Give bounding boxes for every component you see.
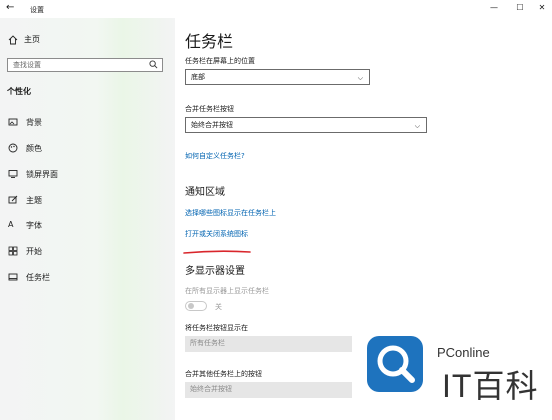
combine-dropdown[interactable]: 始终合并按钮 ⌵: [185, 117, 427, 133]
back-arrow-icon[interactable]: ←: [6, 3, 14, 13]
position-label: 任务栏在屏幕上的位置: [185, 57, 255, 65]
start-grid-icon: [8, 246, 18, 256]
pconline-logo-icon: [367, 336, 423, 392]
window-title: 设置: [30, 6, 44, 14]
sidebar-section-title: 个性化: [7, 87, 31, 96]
taskbar-icon: [8, 273, 18, 281]
sidebar-item-label: 主题: [26, 195, 42, 205]
other-combine-value: 始终合并按钮: [190, 385, 232, 393]
search-placeholder: 查找设置: [13, 61, 41, 69]
search-input[interactable]: 查找设置: [7, 58, 163, 72]
font-icon: A: [8, 220, 14, 229]
close-button[interactable]: ✕: [533, 2, 551, 14]
sidebar-item-label: 颜色: [26, 143, 42, 153]
system-icons-link[interactable]: 打开或关闭系统图标: [185, 229, 248, 239]
combine-label: 合并任务栏按钮: [185, 105, 234, 113]
sidebar-item-color[interactable]: 颜色: [8, 142, 42, 154]
monitor-icon: [8, 170, 18, 178]
sidebar-item-start[interactable]: 开始: [8, 245, 42, 257]
select-icons-link[interactable]: 选择哪些图标显示在任务栏上: [185, 208, 276, 218]
sidebar-item-themes[interactable]: 主题: [8, 194, 42, 206]
chevron-down-icon: ⌵: [414, 122, 420, 130]
watermark-brand: PConline: [437, 345, 490, 360]
sidebar-item-label: 开始: [26, 246, 42, 256]
chevron-down-icon: ⌵: [357, 74, 363, 82]
other-combine-dropdown[interactable]: 始终合并按钮: [185, 382, 370, 398]
customize-taskbar-link[interactable]: 如何自定义任务栏?: [185, 151, 245, 161]
sidebar-item-label: 背景: [26, 117, 42, 127]
sidebar-home[interactable]: 主页: [8, 34, 40, 45]
brush-icon: [8, 195, 18, 204]
pconline-watermark: PConline IT百科: [352, 323, 548, 420]
minimize-button[interactable]: —: [485, 2, 503, 14]
other-combine-label: 合并其他任务栏上的按钮: [185, 370, 262, 378]
palette-icon: [8, 143, 18, 153]
picture-icon: [8, 118, 18, 126]
show-buttons-label: 将任务栏按钮显示在: [185, 324, 248, 332]
red-annotation-underline: [183, 250, 251, 254]
sidebar-item-lockscreen[interactable]: 锁屏界面: [8, 168, 58, 180]
sidebar-item-label: 任务栏: [26, 272, 50, 282]
position-dropdown[interactable]: 底部 ⌵: [185, 69, 370, 85]
search-icon[interactable]: [149, 60, 158, 69]
notification-area-title: 通知区域: [185, 187, 225, 198]
sidebar: 主页 查找设置 个性化 背景 颜色 锁屏界面 主题 A 字体 开始 任务栏: [0, 18, 175, 420]
sidebar-item-label: 字体: [26, 220, 42, 230]
sidebar-home-label: 主页: [24, 35, 40, 44]
sidebar-item-background[interactable]: 背景: [8, 116, 42, 128]
show-all-displays-toggle[interactable]: [185, 301, 207, 311]
multi-display-title: 多显示器设置: [185, 266, 245, 277]
toggle-knob: [188, 303, 194, 309]
combine-value: 始终合并按钮: [191, 121, 233, 129]
page-title: 任务栏: [185, 32, 234, 51]
show-all-displays-label: 在所有显示器上显示任务栏: [185, 287, 269, 295]
maximize-button[interactable]: ☐: [511, 2, 529, 14]
title-bar: ← 设置 — ☐ ✕: [0, 0, 552, 18]
sidebar-item-fonts[interactable]: A 字体: [8, 219, 42, 231]
sidebar-item-taskbar[interactable]: 任务栏: [8, 271, 50, 283]
sidebar-item-label: 锁屏界面: [26, 169, 58, 179]
toggle-state-label: 关: [215, 303, 222, 311]
watermark-word: IT百科: [442, 368, 539, 404]
show-buttons-dropdown[interactable]: 所有任务栏: [185, 336, 370, 352]
show-buttons-value: 所有任务栏: [190, 339, 225, 347]
home-icon: [8, 34, 18, 44]
position-value: 底部: [191, 73, 205, 81]
